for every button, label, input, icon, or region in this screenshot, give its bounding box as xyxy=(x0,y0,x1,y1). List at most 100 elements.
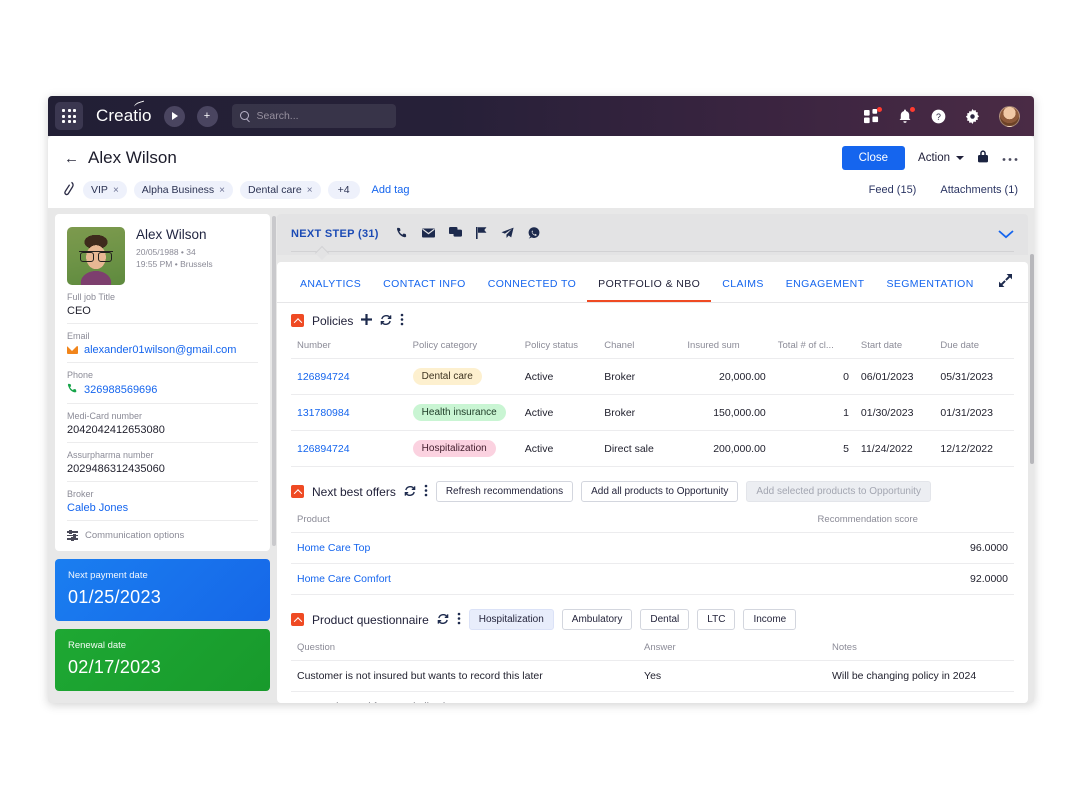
tab-claims[interactable]: CLAIMS xyxy=(711,265,775,302)
add-tag-link[interactable]: Add tag xyxy=(372,184,410,196)
col-policy-category[interactable]: Policy category xyxy=(407,335,519,359)
table-row[interactable]: 126894724 Dental care Active Broker 20,0… xyxy=(291,359,1014,395)
col-notes[interactable]: Notes xyxy=(826,637,1014,661)
notifications-bell-icon[interactable] xyxy=(898,109,912,124)
filter-income[interactable]: Income xyxy=(743,609,796,630)
user-avatar[interactable] xyxy=(999,106,1020,127)
more-vertical-icon[interactable] xyxy=(457,612,461,627)
record-page-header: ← Alex Wilson Close Action xyxy=(48,136,1034,208)
play-icon[interactable] xyxy=(164,106,185,127)
tab-segmentation[interactable]: SEGMENTATION xyxy=(875,265,984,302)
attachments-link[interactable]: Attachments (1) xyxy=(940,184,1018,196)
table-row[interactable]: 126894724 Hospitalization Active Direct … xyxy=(291,431,1014,467)
tag-remove-icon[interactable]: × xyxy=(219,185,225,196)
more-horizontal-icon[interactable] xyxy=(1002,149,1018,167)
flag-icon[interactable] xyxy=(476,227,487,242)
brand-logo[interactable]: Creatio xyxy=(96,106,152,126)
col-number[interactable]: Number xyxy=(291,335,407,359)
tag-chip[interactable]: Alpha Business × xyxy=(134,181,233,199)
table-row[interactable]: Are you insured for Hospitalization care… xyxy=(291,692,1014,704)
tab-engagement[interactable]: ENGAGEMENT xyxy=(775,265,876,302)
feed-link[interactable]: Feed (15) xyxy=(869,184,917,196)
action-menu-button[interactable]: Action xyxy=(918,152,964,164)
cell-insured-sum: 200,000.00 xyxy=(681,431,771,467)
more-vertical-icon[interactable] xyxy=(400,313,404,328)
expand-diagonal-icon[interactable] xyxy=(999,262,1016,302)
next-step-collapse-icon[interactable] xyxy=(998,226,1014,242)
whatsapp-icon[interactable] xyxy=(528,227,540,242)
filter-ambulatory[interactable]: Ambulatory xyxy=(562,609,633,630)
tag-remove-icon[interactable]: × xyxy=(113,185,119,196)
next-step-title[interactable]: NEXT STEP (31) xyxy=(291,228,379,240)
col-recommendation-score[interactable]: Recommendation score xyxy=(812,509,1014,533)
tag-chip[interactable]: Dental care × xyxy=(240,181,321,199)
col-chanel[interactable]: Chanel xyxy=(598,335,681,359)
collapse-caret-icon[interactable] xyxy=(291,485,304,498)
dashboard-icon[interactable] xyxy=(864,109,879,124)
tab-connected-to[interactable]: CONNECTED TO xyxy=(477,265,587,302)
refresh-icon[interactable] xyxy=(380,314,392,328)
detail-tabs-card: ANALYTICS CONTACT INFO CONNECTED TO PORT… xyxy=(277,262,1028,703)
refresh-icon[interactable] xyxy=(404,485,416,499)
cell-number[interactable]: 126894724 xyxy=(291,359,407,395)
col-total-claims[interactable]: Total # of cl... xyxy=(772,335,855,359)
add-all-products-button[interactable]: Add all products to Opportunity xyxy=(581,481,738,502)
refresh-recommendations-button[interactable]: Refresh recommendations xyxy=(436,481,573,502)
cell-number[interactable]: 131780984 xyxy=(291,395,407,431)
apps-grid-icon[interactable] xyxy=(55,102,83,130)
field-value-row[interactable]: alexander01wilson@gmail.com xyxy=(67,344,258,356)
col-due-date[interactable]: Due date xyxy=(934,335,1014,359)
settings-gear-icon[interactable] xyxy=(965,109,980,124)
field-value[interactable]: 2029486312435060 xyxy=(67,463,258,475)
phone-icon[interactable] xyxy=(396,227,408,242)
col-policy-status[interactable]: Policy status xyxy=(519,335,599,359)
telegram-send-icon[interactable] xyxy=(501,227,514,242)
communication-options-button[interactable]: Communication options xyxy=(67,521,258,541)
table-row[interactable]: Home Care Top 96.0000 xyxy=(291,533,1014,564)
table-row[interactable]: Customer is not insured but wants to rec… xyxy=(291,661,1014,692)
collapse-caret-icon[interactable] xyxy=(291,613,304,626)
col-product[interactable]: Product xyxy=(291,509,812,533)
more-vertical-icon[interactable] xyxy=(424,484,428,499)
col-question[interactable]: Question xyxy=(291,637,638,661)
cell-number[interactable]: 126894724 xyxy=(291,431,407,467)
renewal-date-card[interactable]: Renewal date 02/17/2023 xyxy=(55,629,270,691)
tab-analytics[interactable]: ANALYTICS xyxy=(289,265,372,302)
plus-icon[interactable] xyxy=(361,314,372,327)
content-scrollbar[interactable] xyxy=(1030,254,1034,464)
tag-remove-icon[interactable]: × xyxy=(307,185,313,196)
refresh-icon[interactable] xyxy=(437,613,449,627)
back-arrow-icon[interactable]: ← xyxy=(64,151,79,166)
field-value: alexander01wilson@gmail.com xyxy=(84,344,236,356)
table-row[interactable]: 131780984 Health insurance Active Broker… xyxy=(291,395,1014,431)
filter-hospitalization[interactable]: Hospitalization xyxy=(469,609,554,630)
field-value-row[interactable]: 326988569696 xyxy=(67,383,258,397)
chat-icon[interactable] xyxy=(449,227,462,241)
next-payment-date-card[interactable]: Next payment date 01/25/2023 xyxy=(55,559,270,621)
close-button[interactable]: Close xyxy=(842,146,905,170)
email-icon[interactable] xyxy=(422,227,435,241)
filter-dental[interactable]: Dental xyxy=(640,609,689,630)
add-selected-products-button[interactable]: Add selected products to Opportunity xyxy=(746,481,931,502)
col-insured-sum[interactable]: Insured sum xyxy=(681,335,771,359)
col-start-date[interactable]: Start date xyxy=(855,335,935,359)
plus-icon[interactable]: + xyxy=(197,106,218,127)
tab-portfolio-and-nbo[interactable]: PORTFOLIO & NBO xyxy=(587,265,711,302)
help-question-icon[interactable]: ? xyxy=(931,109,946,124)
filter-ltc[interactable]: LTC xyxy=(697,609,735,630)
sidebar-scrollbar[interactable] xyxy=(272,216,276,546)
cell-product[interactable]: Home Care Comfort xyxy=(291,564,812,595)
collapse-caret-icon[interactable] xyxy=(291,314,304,327)
tag-overflow-chip[interactable]: +4 xyxy=(328,181,360,199)
lock-icon[interactable] xyxy=(977,149,989,168)
field-value[interactable]: CEO xyxy=(67,305,258,317)
global-search-input[interactable]: Search... xyxy=(232,104,396,128)
field-label: Broker xyxy=(67,489,258,499)
field-value[interactable]: 2042042412653080 xyxy=(67,424,258,436)
col-answer[interactable]: Answer xyxy=(638,637,826,661)
cell-product[interactable]: Home Care Top xyxy=(291,533,812,564)
table-row[interactable]: Home Care Comfort 92.0000 xyxy=(291,564,1014,595)
field-value[interactable]: Caleb Jones xyxy=(67,502,258,514)
tab-contact-info[interactable]: CONTACT INFO xyxy=(372,265,477,302)
tag-chip[interactable]: VIP × xyxy=(83,181,127,199)
